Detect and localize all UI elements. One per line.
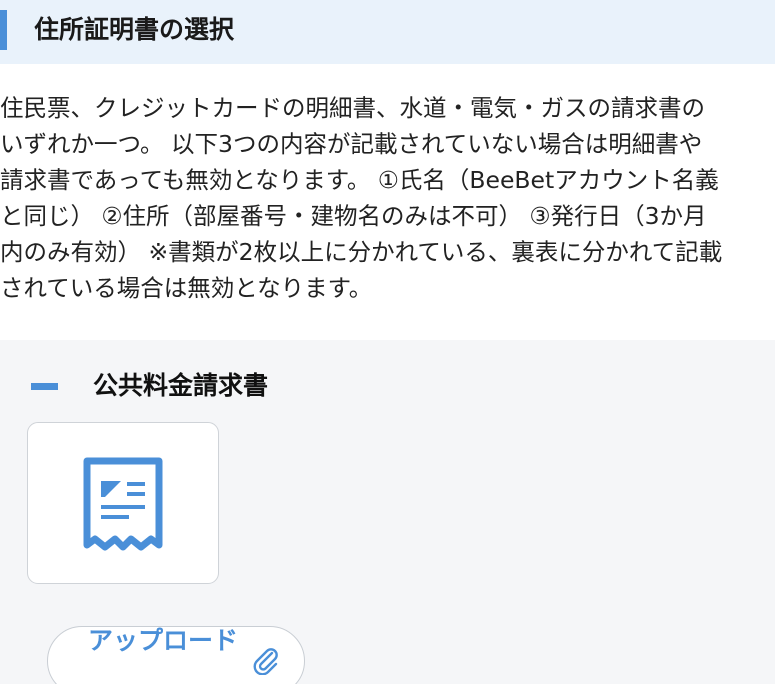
upload-button-label: アップロード xyxy=(88,626,239,655)
section-title: 公共料金請求書 xyxy=(93,371,269,400)
description-line: と同じ） ②住所（部屋番号・建物名のみは不可） ③発行日（3か月 xyxy=(0,202,707,230)
document-receipt-icon xyxy=(83,457,163,551)
collapse-minus-icon[interactable] xyxy=(31,383,58,390)
page-header: 住所証明書の選択 xyxy=(0,0,775,64)
description-line: いずれか一つ。 以下3つの内容が記載されていない場合は明細書や xyxy=(0,130,703,158)
upload-button[interactable]: アップロード xyxy=(47,626,305,684)
description-line: 内のみ有効） ※書類が2枚以上に分かれている、裏表に分かれて記載 xyxy=(0,238,723,266)
address-proof-page: 住所証明書の選択 住民票、クレジットカードの明細書、水道・電気・ガスの請求書の … xyxy=(0,0,775,684)
description-line: 請求書であっても無効となります。 ①氏名（BeeBetアカウント名義 xyxy=(0,166,719,194)
description-text: 住民票、クレジットカードの明細書、水道・電気・ガスの請求書の いずれか一つ。 以… xyxy=(0,90,775,306)
paperclip-icon xyxy=(253,648,278,675)
description-line: されている場合は無効となります。 xyxy=(0,274,373,302)
description-line: 住民票、クレジットカードの明細書、水道・電気・ガスの請求書の xyxy=(0,94,705,122)
header-accent-bar xyxy=(0,10,7,50)
page-title: 住所証明書の選択 xyxy=(34,15,235,44)
